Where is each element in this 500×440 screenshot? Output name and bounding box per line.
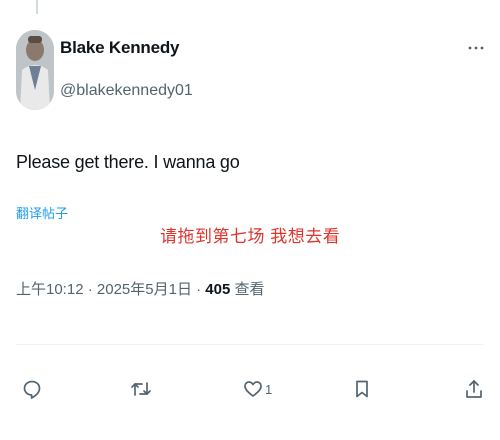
retweet-button[interactable]: [130, 372, 152, 406]
views-label: 查看: [230, 281, 265, 298]
views-count: 405: [205, 281, 231, 298]
reply-button[interactable]: [22, 372, 42, 406]
like-count: 1: [265, 381, 273, 397]
retweet-icon: [131, 382, 151, 396]
thread-connector-line: [36, 0, 38, 14]
bookmark-icon: [356, 380, 368, 398]
tweet-metadata: 上午10:12 · 2025年5月1日 · 405 查看: [16, 278, 265, 299]
share-button[interactable]: [464, 372, 484, 406]
more-options-button[interactable]: [464, 40, 488, 56]
tweet-date[interactable]: 2025年5月1日: [97, 281, 192, 298]
translate-post-link[interactable]: 翻译帖子: [16, 203, 68, 222]
reply-icon: [23, 380, 41, 399]
heart-icon: [244, 381, 262, 397]
meta-separator: ·: [191, 281, 206, 298]
tweet-time[interactable]: 上午10:12: [16, 281, 84, 298]
bookmark-button[interactable]: [353, 372, 371, 406]
more-horizontal-icon: [468, 46, 484, 50]
share-icon: [466, 380, 482, 398]
tweet-text: Please get there. I wanna go: [16, 152, 240, 172]
author-handle[interactable]: @blakekennedy01: [60, 82, 193, 100]
translation-overlay-text: 请拖到第七场 我想去看: [160, 227, 341, 246]
author-display-name[interactable]: Blake Kennedy: [60, 38, 179, 58]
like-button[interactable]: 1: [243, 372, 272, 406]
divider: [16, 344, 484, 345]
avatar[interactable]: [16, 30, 54, 110]
meta-separator: ·: [83, 281, 97, 298]
